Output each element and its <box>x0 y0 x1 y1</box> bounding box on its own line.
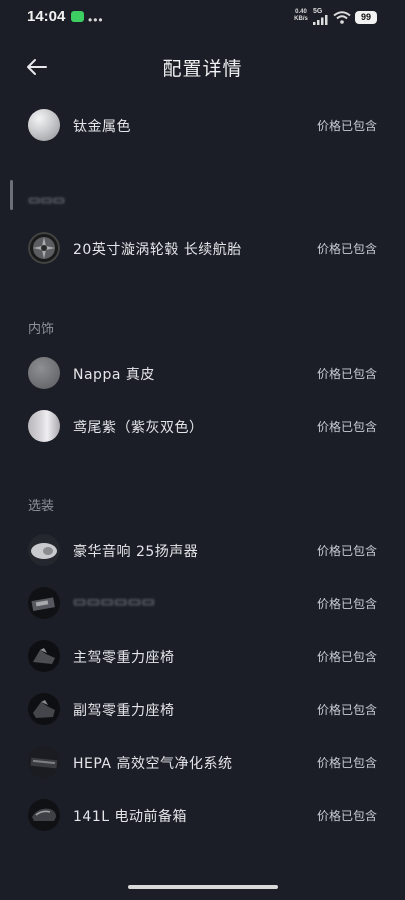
section-title-interior: 内饰 <box>28 322 55 337</box>
config-item-passenger-seat[interactable]: 副驾零重力座椅 价格已包含 <box>0 687 405 731</box>
paint-swatch-icon <box>28 109 60 141</box>
network-speed-value: 0.40 <box>295 9 307 15</box>
speaker-icon <box>28 534 60 566</box>
network-speed-unit: KB/s <box>294 16 308 22</box>
config-item-air-filter[interactable]: HEPA 高效空气净化系统 价格已包含 <box>0 740 405 784</box>
item-price-status: 价格已包含 <box>316 809 377 823</box>
item-label: 豪华音响 25扬声器 <box>73 544 199 560</box>
item-price-status: 价格已包含 <box>316 650 377 664</box>
item-label: 钛金属色 <box>73 119 131 135</box>
config-item-driver-seat[interactable]: 主驾零重力座椅 价格已包含 <box>0 634 405 678</box>
message-notification-icon <box>71 11 84 22</box>
item-price-status: 价格已包含 <box>316 420 377 434</box>
item-label: Nappa 真皮 <box>73 367 155 383</box>
battery-indicator: 99 <box>355 11 377 24</box>
seat-icon <box>28 640 60 672</box>
item-price-status: 价格已包含 <box>316 119 377 133</box>
signal-icon <box>313 15 328 25</box>
wheel-rim-icon <box>28 232 60 264</box>
item-label: 主驾零重力座椅 <box>73 650 175 666</box>
config-item-front-trunk[interactable]: 141L 电动前备箱 价格已包含 <box>0 793 405 837</box>
section-title-options: 选装 <box>28 499 55 514</box>
config-item-interior-color[interactable]: 鸢尾紫（紫灰双色） 价格已包含 <box>0 404 405 448</box>
page-title: 配置详情 <box>162 58 243 80</box>
item-label: 鸢尾紫（紫灰双色） <box>73 420 204 436</box>
wifi-icon <box>333 11 351 24</box>
front-trunk-icon <box>28 799 60 831</box>
item-price-status: 价格已包含 <box>316 544 377 558</box>
network-type: 5G <box>313 8 323 15</box>
status-time: 14:04 <box>27 8 66 25</box>
leather-swatch-icon <box>28 357 60 389</box>
item-label: 20英寸漩涡轮毂 长续航胎 <box>73 242 242 258</box>
config-item-package[interactable]: ▭▭▭▭▭▭ 价格已包含 <box>0 581 405 625</box>
status-bar: 14:04 ••• 0.40 KB/s 5G 99 <box>0 0 405 34</box>
network-speed: 0.40 KB/s <box>290 9 312 23</box>
item-price-status: 价格已包含 <box>316 756 377 770</box>
config-item-exterior-color[interactable]: 钛金属色 价格已包含 <box>0 103 405 147</box>
item-price-status: 价格已包含 <box>316 367 377 381</box>
interior-color-swatch-icon <box>28 410 60 442</box>
scroll-indicator <box>10 180 13 210</box>
seat-icon <box>28 693 60 725</box>
home-indicator[interactable] <box>128 885 278 889</box>
item-label: ▭▭▭▭▭▭ <box>73 594 156 610</box>
item-price-status: 价格已包含 <box>316 703 377 717</box>
air-filter-icon <box>28 746 60 778</box>
item-price-status: 价格已包含 <box>316 242 377 256</box>
item-label: 副驾零重力座椅 <box>73 703 175 719</box>
more-notifications-icon: ••• <box>88 13 104 27</box>
config-item-leather[interactable]: Nappa 真皮 价格已包含 <box>0 351 405 395</box>
section-title-exterior: ▭▭▭ <box>28 193 65 208</box>
header: 配置详情 <box>0 44 405 88</box>
item-label: 141L 电动前备箱 <box>73 809 187 825</box>
package-icon <box>28 587 60 619</box>
config-item-audio[interactable]: 豪华音响 25扬声器 价格已包含 <box>0 528 405 572</box>
item-price-status: 价格已包含 <box>316 597 377 611</box>
config-item-wheels[interactable]: 20英寸漩涡轮毂 长续航胎 价格已包含 <box>0 226 405 270</box>
item-label: HEPA 高效空气净化系统 <box>73 756 233 772</box>
